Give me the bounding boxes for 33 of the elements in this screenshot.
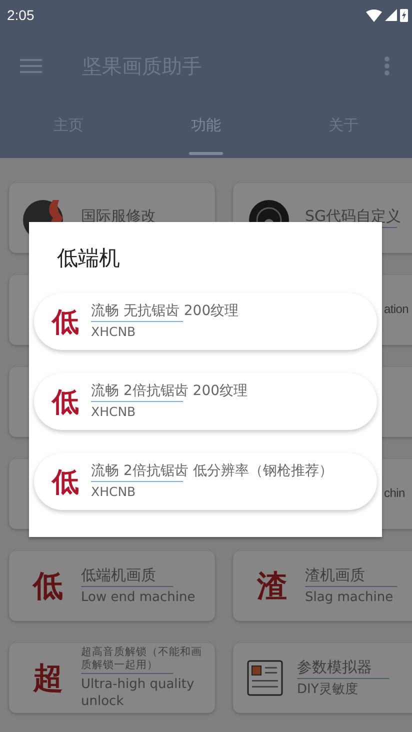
card-subtitle: Ultra-high quality unlock: [81, 676, 196, 710]
card-subtitle: Slag machine: [305, 589, 394, 606]
option-subtitle: XHCNB: [91, 324, 137, 340]
card-subtitle: chin: [384, 486, 405, 500]
battery-icon: [400, 8, 408, 22]
option-subtitle: XHCNB: [91, 484, 137, 500]
document-icon: [247, 660, 283, 696]
glyph-icon: 低: [52, 464, 79, 500]
option-subtitle: XHCNB: [91, 404, 137, 420]
option-title: 流畅 无抗锯齿 200纹理: [91, 303, 239, 320]
card[interactable]: 低 低端机画质 Low end machine: [9, 551, 215, 621]
signal-icon: [385, 9, 397, 21]
card-title: 参数模拟器: [297, 658, 373, 677]
card-subtitle: ation: [384, 302, 409, 316]
wifi-icon: [366, 8, 382, 22]
option-title: 流畅 2倍抗锯齿 200纹理: [91, 383, 248, 400]
menu-icon: [20, 58, 42, 74]
card-title: 渣机画质: [305, 566, 366, 585]
card-title: 超高音质解锁（不能和画质解锁一起用）: [81, 646, 203, 672]
card-title: 低端机画质: [81, 566, 157, 585]
glyph-icon: 渣: [247, 566, 297, 606]
glyph-icon: 低: [23, 566, 73, 606]
card[interactable]: 渣 渣机画质 Slag machine: [233, 551, 412, 621]
glyph-icon: 低: [52, 384, 79, 420]
option-title: 流畅 2倍抗锯齿 低分辨率（钢枪推荐）: [91, 463, 333, 480]
glyph-icon: 低: [52, 304, 79, 340]
more-options-icon: [384, 56, 390, 76]
status-time: 2:05: [7, 7, 34, 23]
card[interactable]: 超 超高音质解锁（不能和画质解锁一起用） Ultra-high quality unlock: [9, 643, 215, 713]
glyph-icon: 超: [23, 658, 73, 698]
card-subtitle: DIY灵敏度: [297, 681, 359, 698]
card-subtitle: Low end machine: [81, 589, 196, 606]
card[interactable]: 参数模拟器 DIY灵敏度: [233, 643, 412, 713]
